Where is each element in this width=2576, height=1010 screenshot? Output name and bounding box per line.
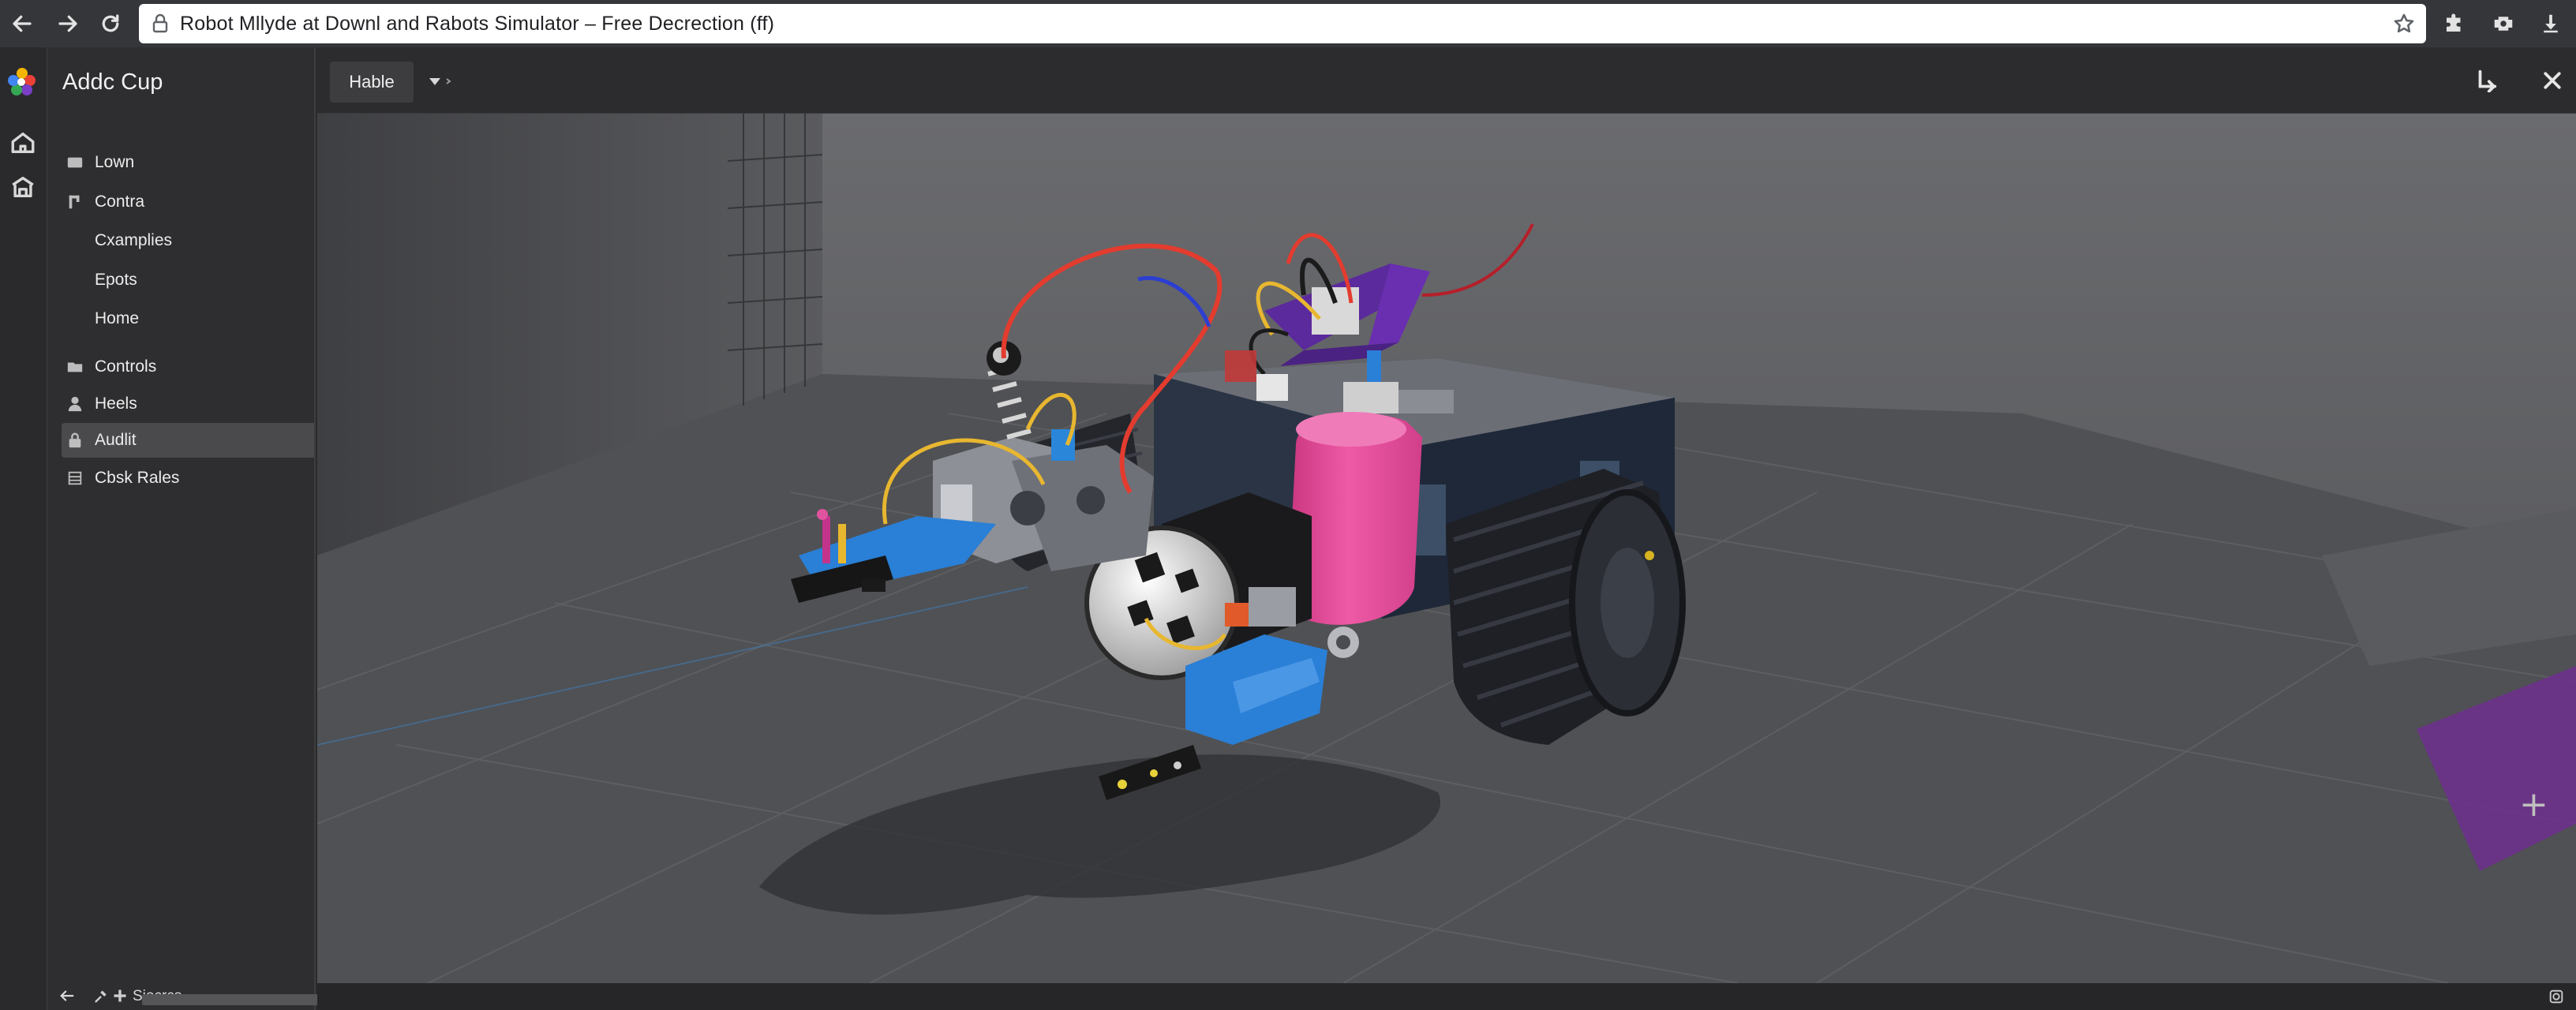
arrow-left-icon: [13, 15, 32, 32]
simulator-app: Addc Cup Lown Contra Cxamplies Epots Hom…: [0, 47, 2576, 1010]
mode-button[interactable]: Hable: [330, 62, 414, 103]
sidebar-item-label: Controls: [95, 357, 157, 376]
branch-icon: [65, 192, 85, 212]
sidebar-item-label: Epots: [95, 271, 137, 289]
svg-text:+: +: [2519, 784, 2548, 825]
back-button[interactable]: [6, 8, 38, 39]
status-bar: [317, 983, 2576, 1010]
sidebar-item-controls[interactable]: Controls: [62, 350, 314, 384]
arrow-right-icon: [58, 15, 77, 32]
app-logo-icon[interactable]: [5, 65, 39, 99]
sidebar-item-label: Lown: [95, 153, 135, 171]
robot-scene: +: [317, 114, 2576, 983]
viewport-toolbar: Hable: [317, 47, 2576, 114]
settings-gear-icon[interactable]: [2548, 988, 2565, 1005]
sidebar-item-audlit[interactable]: Audlit: [62, 423, 314, 458]
home-icon[interactable]: [9, 129, 36, 156]
browser-chrome: Robot Mllyde at Downl and Rabots Simulat…: [0, 0, 2576, 47]
sidebar-item-label: Cxamplies: [95, 231, 173, 249]
lock-icon: [65, 430, 85, 451]
sidebar-footer: Siocrcs: [47, 983, 354, 1010]
sidebar: Addc Cup Lown Contra Cxamplies Epots Hom…: [47, 47, 354, 1010]
3d-viewport[interactable]: +: [317, 114, 2576, 983]
extension-shield-icon[interactable]: [2489, 9, 2518, 38]
list-icon: [65, 468, 85, 488]
folder-icon: [65, 357, 85, 377]
sidebar-item-home[interactable]: Home: [62, 301, 314, 336]
sidebar-item-contra[interactable]: Contra: [62, 185, 314, 219]
close-icon[interactable]: [2537, 65, 2568, 96]
sidebar-item-label: Cbsk Rales: [95, 469, 180, 487]
sidebar-item-lown[interactable]: Lown: [62, 145, 314, 180]
sidebar-item-cbsk-rales[interactable]: Cbsk Rales: [62, 461, 314, 496]
chevron-down-icon: [429, 78, 451, 85]
forward-button[interactable]: [52, 8, 84, 39]
icon-rail: [0, 47, 47, 1010]
person-icon: [65, 394, 85, 414]
arrow-left-icon[interactable]: [58, 987, 77, 1006]
sidebar-item-label: Audlit: [95, 431, 137, 449]
download-icon[interactable]: [2537, 9, 2565, 38]
bookmark-star-icon[interactable]: [2393, 13, 2415, 35]
reload-icon: [102, 14, 119, 32]
sidebar-item-label: Home: [95, 309, 140, 327]
sidebar-item-cxamplies[interactable]: Cxamplies: [62, 223, 314, 258]
app-title: Addc Cup: [62, 69, 163, 95]
extension-puzzle-icon[interactable]: [2440, 9, 2469, 38]
sidebar-item-heels[interactable]: Heels: [62, 387, 314, 421]
folder-icon: [65, 152, 85, 173]
corner-resize-icon[interactable]: [2470, 65, 2502, 96]
url-text[interactable]: Robot Mllyde at Downl and Rabots Simulat…: [180, 13, 774, 36]
address-bar[interactable]: Robot Mllyde at Downl and Rabots Simulat…: [139, 4, 2426, 43]
reload-button[interactable]: [95, 8, 126, 39]
lock-icon: [152, 13, 169, 34]
sidebar-item-label: Contra: [95, 193, 145, 211]
plus-icon[interactable]: [112, 988, 129, 1005]
building-icon[interactable]: [9, 174, 36, 200]
sidebar-item-label: Heels: [95, 395, 137, 413]
wrench-icon[interactable]: [93, 988, 110, 1005]
sidebar-item-epots[interactable]: Epots: [62, 263, 314, 297]
mode-dropdown[interactable]: [426, 69, 458, 93]
